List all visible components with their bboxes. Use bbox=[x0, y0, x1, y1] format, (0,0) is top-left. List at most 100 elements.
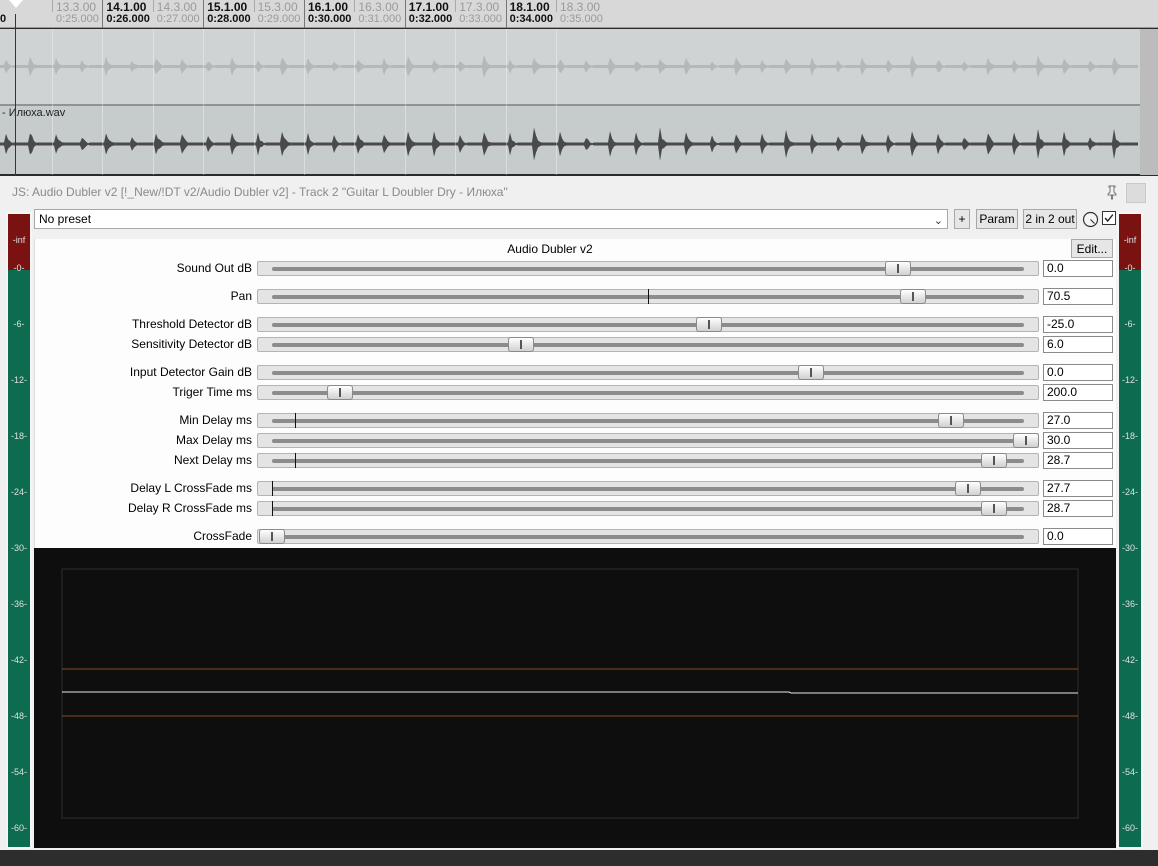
slider-value-field[interactable]: 27.7 bbox=[1043, 480, 1113, 497]
slider-label: Threshold Detector dB bbox=[131, 317, 252, 331]
meter-scale-label: -36- bbox=[1121, 599, 1138, 609]
grid-line bbox=[102, 29, 104, 175]
playhead-marker-icon[interactable] bbox=[9, 0, 23, 8]
ruler-tick: 17.1.00 0:32.000 bbox=[404, 0, 452, 28]
close-button[interactable] bbox=[1126, 183, 1146, 203]
slider-value-field[interactable]: 200.0 bbox=[1043, 384, 1113, 401]
track-2-waveform bbox=[0, 127, 1138, 161]
ruler-tick: 15.3.00 0:29.000 bbox=[253, 0, 300, 25]
arrange-vertical-scrollbar[interactable] bbox=[1140, 29, 1158, 175]
slider-track[interactable] bbox=[257, 261, 1039, 276]
slider-track[interactable] bbox=[257, 385, 1039, 400]
slider-track[interactable] bbox=[257, 501, 1039, 516]
ruler-time-label: 0:29.000 bbox=[257, 13, 301, 25]
ruler-measure-label: 14.3.00 bbox=[156, 0, 197, 14]
meter-scale-label: -48- bbox=[1121, 711, 1138, 721]
slider-track[interactable] bbox=[257, 433, 1039, 448]
slider-value-field[interactable]: 0.0 bbox=[1043, 364, 1113, 381]
slider-groove bbox=[272, 459, 1024, 463]
slider-label: Pan bbox=[230, 289, 252, 303]
preset-dropdown[interactable]: No preset ⌄ bbox=[34, 209, 948, 229]
slider-thumb[interactable] bbox=[980, 453, 1007, 468]
slider-value-field[interactable]: 27.0 bbox=[1043, 412, 1113, 429]
slider-value-field[interactable]: 28.7 bbox=[1043, 452, 1113, 469]
slider-thumb[interactable] bbox=[696, 317, 723, 332]
slider-value-field[interactable]: 6.0 bbox=[1043, 336, 1113, 353]
ruler-measure-label: 17.3.00 bbox=[459, 0, 500, 14]
slider-thumb[interactable] bbox=[326, 385, 353, 400]
ruler-time-label: 0:27.000 bbox=[156, 13, 200, 25]
grid-line bbox=[505, 29, 507, 175]
slider-label: Input Detector Gain dB bbox=[129, 365, 252, 379]
slider-thumb[interactable] bbox=[507, 337, 534, 352]
ruler-tick: 15.1.00 0:28.000 bbox=[203, 0, 251, 28]
slider-track[interactable] bbox=[257, 413, 1039, 428]
slider-track[interactable] bbox=[257, 317, 1039, 332]
slider-value-field[interactable]: 0.0 bbox=[1043, 528, 1113, 545]
meter-scale-label: -30- bbox=[10, 543, 27, 553]
slider-value-field[interactable]: 0.0 bbox=[1043, 260, 1113, 277]
track-2-lane[interactable]: - Илюха.wav bbox=[0, 106, 1158, 174]
slider-track[interactable] bbox=[257, 365, 1039, 380]
js-effect-panel: Audio Dubler v2 Edit... Sound Out dB 0.0 P… bbox=[34, 239, 1116, 848]
add-preset-button[interactable]: + bbox=[954, 209, 970, 229]
meter-scale-label: -12- bbox=[1121, 375, 1138, 385]
meter-scale-label: -0- bbox=[1124, 263, 1136, 273]
slider-thumb[interactable] bbox=[1013, 433, 1039, 448]
meter-inf-label: -inf bbox=[1123, 235, 1137, 245]
ruler-measure-label: 17.1.00 bbox=[408, 0, 449, 14]
ruler-tick: 14.3.00 0:27.000 bbox=[152, 0, 200, 25]
slider-track[interactable] bbox=[257, 529, 1039, 544]
slider-thumb[interactable] bbox=[937, 413, 964, 428]
slider-thumb[interactable] bbox=[980, 501, 1007, 516]
meter-scale-label: -42- bbox=[1121, 655, 1138, 665]
meter-scale-label: -18- bbox=[1121, 431, 1138, 441]
grid-line bbox=[52, 29, 53, 175]
slider-track[interactable] bbox=[257, 289, 1039, 304]
bypass-checkbox[interactable] bbox=[1102, 211, 1116, 225]
slider-label: Delay L CrossFade ms bbox=[130, 481, 252, 495]
slider-label: Sound Out dB bbox=[176, 261, 252, 275]
slider-value-field[interactable]: -25.0 bbox=[1043, 316, 1113, 333]
slider-label: Max Delay ms bbox=[175, 433, 252, 447]
ruler-measure-label: 13.3.00 bbox=[56, 0, 97, 14]
meter-scale-label: -30- bbox=[1121, 543, 1138, 553]
grid-line bbox=[455, 29, 457, 175]
slider-track[interactable] bbox=[257, 481, 1039, 496]
ruler-tick: 14.1.00 0:26.000 bbox=[102, 0, 150, 28]
slider-thumb[interactable] bbox=[884, 261, 911, 276]
slider-track[interactable] bbox=[257, 453, 1039, 468]
slider-groove bbox=[272, 391, 1024, 395]
slider-thumb[interactable] bbox=[259, 529, 285, 544]
slider-value-field[interactable]: 30.0 bbox=[1043, 432, 1113, 449]
track-1-waveform bbox=[0, 54, 1138, 79]
edit-button[interactable]: Edit... bbox=[1071, 239, 1113, 258]
slider-value-field[interactable]: 70.5 bbox=[1043, 288, 1113, 305]
slider-thumb[interactable] bbox=[798, 365, 825, 380]
ruler-tick: 18.1.00 0:34.000 bbox=[505, 0, 553, 28]
grid-line bbox=[354, 29, 356, 175]
ruler-measure-label: 15.1.00 bbox=[207, 0, 248, 14]
meter-scale-label: -48- bbox=[10, 711, 27, 721]
wet-knob-icon[interactable] bbox=[1082, 211, 1099, 228]
slider-thumb[interactable] bbox=[899, 289, 926, 304]
grid-line bbox=[152, 29, 154, 175]
meter-scale-label: -60- bbox=[1121, 823, 1138, 833]
play-cursor bbox=[15, 14, 16, 176]
meter-scale-label: -36- bbox=[10, 599, 27, 609]
meter-scale-label: -24- bbox=[1121, 487, 1138, 497]
slider-thumb[interactable] bbox=[954, 481, 981, 496]
ruler-time-label: 0:32.000 bbox=[408, 13, 453, 25]
slider-track[interactable] bbox=[257, 337, 1039, 352]
pin-icon[interactable] bbox=[1104, 184, 1120, 200]
track-1-lane[interactable] bbox=[0, 29, 1158, 104]
slider-label: Triger Time ms bbox=[172, 385, 252, 399]
param-button[interactable]: Param bbox=[976, 209, 1018, 229]
slider-groove bbox=[272, 267, 1024, 271]
io-routing-button[interactable]: 2 in 2 out bbox=[1023, 209, 1077, 229]
ruler-time-label: 0:34.000 bbox=[509, 13, 554, 25]
slider-groove bbox=[272, 487, 1024, 491]
timeline-ruler[interactable]: 0 13.3.00 0:25.000 14.1.00 0:26.000 14.3.00 0:… bbox=[0, 0, 1158, 28]
grid-line bbox=[404, 29, 406, 175]
slider-value-field[interactable]: 28.7 bbox=[1043, 500, 1113, 517]
